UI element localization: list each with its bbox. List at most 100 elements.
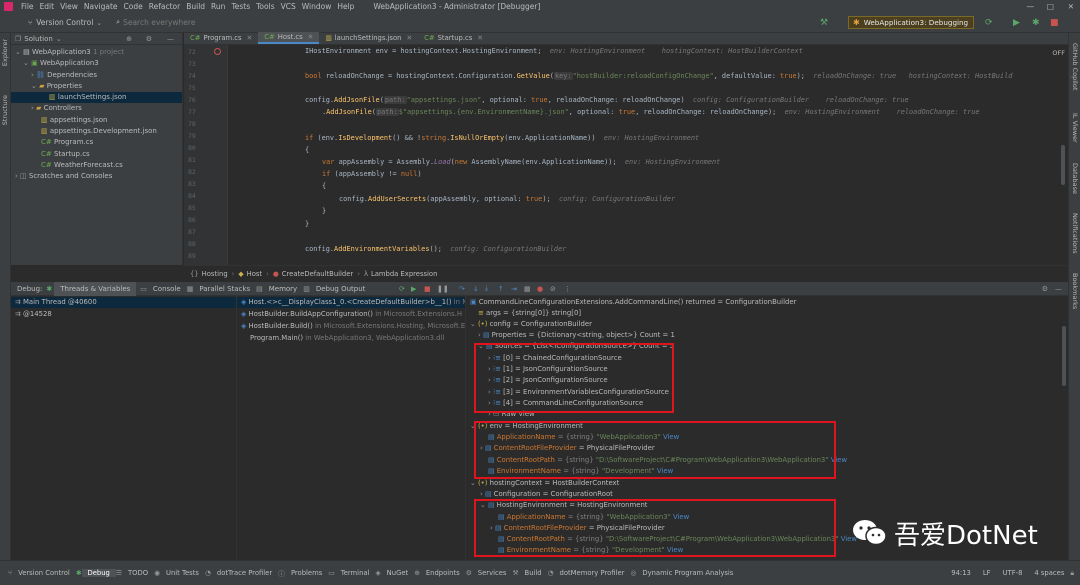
- close-tab-icon[interactable]: ✕: [406, 32, 412, 44]
- resume-icon[interactable]: ▶: [411, 285, 416, 293]
- tab-memory[interactable]: Memory: [263, 282, 303, 296]
- indent-setting[interactable]: 4 spaces: [1028, 569, 1070, 577]
- more-icon[interactable]: ⋮: [564, 285, 571, 293]
- breadcrumb-item[interactable]: Lambda Expression: [371, 270, 437, 278]
- variable-row[interactable]: ⌄ (•) config = ConfigurationBuilder: [470, 319, 592, 330]
- close-tab-icon[interactable]: ✕: [247, 32, 253, 44]
- tree-item[interactable]: › ◫ Scratches and Consoles: [11, 171, 182, 182]
- minimize-icon[interactable]: —: [1027, 2, 1035, 11]
- hide-panel-icon[interactable]: —: [167, 35, 174, 43]
- il-viewer-tool-tab[interactable]: IL Viewer: [1071, 113, 1079, 143]
- expand-icon[interactable]: ⌄: [470, 479, 478, 487]
- bookmarks-tool-tab[interactable]: Bookmarks: [1071, 273, 1079, 309]
- structure-tool-tab[interactable]: Structure: [1, 95, 9, 125]
- search-input[interactable]: Search everywhere: [123, 18, 195, 27]
- hammer-icon[interactable]: ⚒: [820, 18, 828, 28]
- tree-item[interactable]: ⌄ ▤ WebApplication3 1 project: [11, 47, 182, 58]
- tool-nuget[interactable]: NuGet: [381, 569, 415, 577]
- stop-icon[interactable]: ■: [424, 285, 431, 293]
- line-ending[interactable]: LF: [977, 569, 997, 577]
- tool-dynamic-program-analysis[interactable]: Dynamic Program Analysis: [636, 569, 739, 577]
- frame-item[interactable]: ◈ HostBuilder.Build() in Microsoft.Exten…: [241, 321, 465, 332]
- variable-row[interactable]: ▣ CommandLineConfigurationExtensions.Add…: [470, 297, 796, 308]
- stop-icon[interactable]: ■: [1050, 18, 1059, 28]
- tree-item[interactable]: C# Startup.cs: [11, 149, 182, 160]
- tool-services[interactable]: Services: [472, 569, 513, 577]
- vcs-button[interactable]: Version Control: [36, 18, 93, 27]
- settings-icon[interactable]: ⚙: [146, 35, 152, 43]
- variable-row[interactable]: › ▤ Properties = {Dictionary<string, obj…: [478, 330, 675, 341]
- copilot-tool-tab[interactable]: GitHub Copilot: [1071, 43, 1079, 90]
- expand-icon[interactable]: ⌄: [23, 59, 31, 67]
- chevron-down-icon[interactable]: ⌄: [56, 35, 62, 43]
- code-editor[interactable]: IHostEnvironment env = hostingContext.Ho…: [229, 45, 1067, 265]
- maximize-icon[interactable]: □: [1047, 2, 1054, 11]
- breakpoint-icon[interactable]: [214, 48, 221, 55]
- pause-icon[interactable]: ❚❚: [437, 285, 449, 293]
- vcs-chevron-icon[interactable]: ⌄: [96, 19, 102, 27]
- menu-run[interactable]: Run: [208, 2, 228, 11]
- tab-startup-cs[interactable]: C# Startup.cs ✕: [418, 32, 489, 44]
- close-tab-icon[interactable]: ✕: [477, 32, 483, 44]
- tab-console[interactable]: Console: [147, 282, 187, 296]
- thread-item[interactable]: ⇉ @14528: [15, 309, 52, 320]
- menu-build[interactable]: Build: [183, 2, 208, 11]
- rerun-icon[interactable]: ⟳: [399, 285, 405, 293]
- variable-row[interactable]: ⌄ (•) hostingContext = HostBuilderContex…: [470, 478, 619, 489]
- scrollbar[interactable]: [1061, 145, 1065, 185]
- tab-parallel-stacks[interactable]: Parallel Stacks: [193, 282, 256, 296]
- tree-item[interactable]: ▥ appsettings.json: [11, 115, 182, 126]
- tool-unit-tests[interactable]: Unit Tests: [160, 569, 205, 577]
- notifications-tool-tab[interactable]: Notifications: [1071, 213, 1079, 254]
- menu-help[interactable]: Help: [334, 2, 357, 11]
- menu-navigate[interactable]: Navigate: [81, 2, 121, 11]
- mute-breakpoints-icon[interactable]: ⊘: [550, 285, 556, 293]
- hide-panel-icon[interactable]: —: [1055, 285, 1062, 293]
- thread-item-selected[interactable]: ⇉ Main Thread @40600: [11, 297, 236, 308]
- tree-item[interactable]: ⌄ ▰ Properties: [11, 81, 182, 92]
- run-icon[interactable]: ▶: [1013, 18, 1020, 28]
- menu-tools[interactable]: Tools: [253, 2, 277, 11]
- tool-problems[interactable]: Problems: [285, 569, 328, 577]
- menu-view[interactable]: View: [57, 2, 81, 11]
- settings-icon[interactable]: ⚙: [1042, 285, 1048, 293]
- search-icon[interactable]: ⌕: [116, 18, 120, 27]
- tool-dotmemory[interactable]: dotMemory Profiler: [554, 569, 631, 577]
- tree-item[interactable]: › ⛓ Dependencies: [11, 70, 182, 81]
- breadcrumb-item[interactable]: Host: [247, 270, 262, 278]
- tree-item[interactable]: › ▰ Controllers: [11, 103, 182, 114]
- frame-item[interactable]: Program.Main() in WebApplication3, WebAp…: [241, 333, 465, 344]
- tool-version-control[interactable]: Version Control: [12, 569, 76, 577]
- frame-item[interactable]: ◈ HostBuilder.BuildAppConfiguration() in…: [241, 309, 465, 320]
- tab-host-cs[interactable]: C# Host.cs ✕: [258, 32, 320, 44]
- expand-icon[interactable]: ⌄: [15, 48, 23, 56]
- view-breakpoints-icon[interactable]: ●: [537, 285, 543, 293]
- run-to-cursor-icon[interactable]: ⇥: [511, 285, 517, 293]
- explorer-tool-tab[interactable]: Explorer: [1, 39, 9, 66]
- menu-tests[interactable]: Tests: [228, 2, 253, 11]
- debug-run-icon[interactable]: ✱: [1032, 18, 1040, 28]
- tool-debug[interactable]: Debug: [81, 569, 116, 577]
- solution-title[interactable]: Solution: [24, 35, 53, 43]
- reader-mode-toggle[interactable]: OFF: [1052, 49, 1065, 57]
- variable-row[interactable]: ≡ args = {string[0]} string[0]: [478, 308, 581, 319]
- menu-file[interactable]: File: [18, 2, 37, 11]
- breadcrumb-item[interactable]: Hosting: [202, 270, 228, 278]
- step-into-icon[interactable]: ↓: [473, 285, 479, 293]
- tool-todo[interactable]: TODO: [122, 569, 154, 577]
- tool-dottrace[interactable]: dotTrace Profiler: [211, 569, 278, 577]
- tree-item[interactable]: C# WeatherForecast.cs: [11, 160, 182, 171]
- menu-window[interactable]: Window: [299, 2, 335, 11]
- tree-item-selected[interactable]: ▥ launchSettings.json: [11, 92, 182, 104]
- run-config-selector[interactable]: ✱ WebApplication3: Debugging: [848, 16, 974, 29]
- tool-endpoints[interactable]: Endpoints: [420, 569, 466, 577]
- frame-item-selected[interactable]: ◈ Host.<>c__DisplayClass1_0.<CreateDefau…: [237, 297, 465, 308]
- scrollbar[interactable]: [1062, 326, 1066, 386]
- lock-icon[interactable]: 🔒︎: [1070, 569, 1074, 578]
- tab-threads-variables[interactable]: Threads & Variables: [54, 281, 137, 296]
- tab-launchsettings-json[interactable]: ▥ launchSettings.json ✕: [319, 32, 418, 44]
- database-tool-tab[interactable]: Database: [1071, 163, 1079, 194]
- expand-icon[interactable]: ⌄: [31, 82, 39, 90]
- expand-icon[interactable]: ⌄: [470, 320, 478, 328]
- menu-code[interactable]: Code: [121, 2, 146, 11]
